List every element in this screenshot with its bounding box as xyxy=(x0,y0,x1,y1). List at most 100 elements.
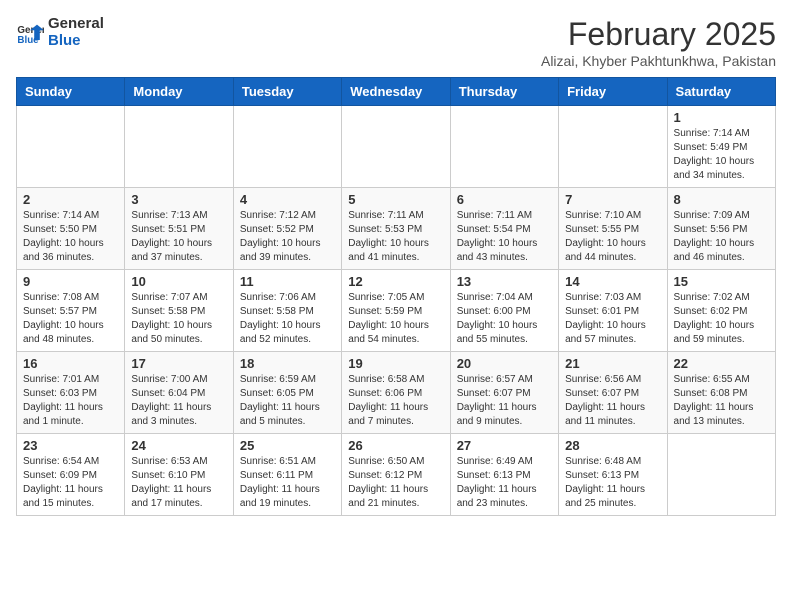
day-number: 23 xyxy=(23,438,118,453)
day-info: Sunrise: 7:06 AM Sunset: 5:58 PM Dayligh… xyxy=(240,291,335,347)
day-info: Sunrise: 7:14 AM Sunset: 5:50 PM Dayligh… xyxy=(23,209,118,265)
calendar-cell: 4 Sunrise: 7:12 AM Sunset: 5:52 PM Daylig… xyxy=(233,188,341,270)
day-number: 15 xyxy=(674,274,769,289)
weekday-header-saturday: Saturday xyxy=(667,78,775,106)
calendar-cell: 10 Sunrise: 7:07 AM Sunset: 5:58 PM Dayli… xyxy=(125,270,233,352)
weekday-header-monday: Monday xyxy=(125,78,233,106)
calendar-cell: 17 Sunrise: 7:00 AM Sunset: 6:04 PM Dayli… xyxy=(125,352,233,434)
day-info: Sunrise: 6:59 AM Sunset: 6:05 PM Dayligh… xyxy=(240,373,335,429)
month-title: February 2025 xyxy=(541,16,776,53)
day-info: Sunrise: 7:03 AM Sunset: 6:01 PM Dayligh… xyxy=(565,291,660,347)
day-info: Sunrise: 7:09 AM Sunset: 5:56 PM Dayligh… xyxy=(674,209,769,265)
day-info: Sunrise: 6:54 AM Sunset: 6:09 PM Dayligh… xyxy=(23,455,118,511)
day-info: Sunrise: 6:53 AM Sunset: 6:10 PM Dayligh… xyxy=(131,455,226,511)
day-info: Sunrise: 6:51 AM Sunset: 6:11 PM Dayligh… xyxy=(240,455,335,511)
day-number: 4 xyxy=(240,192,335,207)
day-number: 18 xyxy=(240,356,335,371)
day-info: Sunrise: 6:57 AM Sunset: 6:07 PM Dayligh… xyxy=(457,373,552,429)
day-info: Sunrise: 7:11 AM Sunset: 5:53 PM Dayligh… xyxy=(348,209,443,265)
day-number: 20 xyxy=(457,356,552,371)
calendar-cell xyxy=(667,434,775,516)
day-number: 25 xyxy=(240,438,335,453)
day-info: Sunrise: 7:11 AM Sunset: 5:54 PM Dayligh… xyxy=(457,209,552,265)
day-number: 5 xyxy=(348,192,443,207)
day-number: 21 xyxy=(565,356,660,371)
day-info: Sunrise: 7:02 AM Sunset: 6:02 PM Dayligh… xyxy=(674,291,769,347)
calendar-cell xyxy=(125,106,233,188)
calendar-cell: 9 Sunrise: 7:08 AM Sunset: 5:57 PM Daylig… xyxy=(17,270,125,352)
calendar-cell: 27Sunrise: 6:49 AM Sunset: 6:13 PM Dayli… xyxy=(450,434,558,516)
day-number: 28 xyxy=(565,438,660,453)
day-number: 1 xyxy=(674,110,769,125)
day-info: Sunrise: 7:01 AM Sunset: 6:03 PM Dayligh… xyxy=(23,373,118,429)
day-number: 16 xyxy=(23,356,118,371)
calendar-cell: 21 Sunrise: 6:56 AM Sunset: 6:07 PM Dayli… xyxy=(559,352,667,434)
day-number: 14 xyxy=(565,274,660,289)
calendar-cell: 19Sunrise: 6:58 AM Sunset: 6:06 PM Dayli… xyxy=(342,352,450,434)
day-number: 10 xyxy=(131,274,226,289)
calendar-week-2: 2 Sunrise: 7:14 AM Sunset: 5:50 PM Daylig… xyxy=(17,188,776,270)
calendar-cell xyxy=(17,106,125,188)
calendar-cell: 16 Sunrise: 7:01 AM Sunset: 6:03 PM Dayli… xyxy=(17,352,125,434)
logo: General Blue General Blue xyxy=(16,16,104,49)
day-info: Sunrise: 7:07 AM Sunset: 5:58 PM Dayligh… xyxy=(131,291,226,347)
calendar-week-4: 16 Sunrise: 7:01 AM Sunset: 6:03 PM Dayli… xyxy=(17,352,776,434)
calendar-cell: 25 Sunrise: 6:51 AM Sunset: 6:11 PM Dayli… xyxy=(233,434,341,516)
day-info: Sunrise: 7:13 AM Sunset: 5:51 PM Dayligh… xyxy=(131,209,226,265)
day-info: Sunrise: 7:00 AM Sunset: 6:04 PM Dayligh… xyxy=(131,373,226,429)
calendar-cell: 24Sunrise: 6:53 AM Sunset: 6:10 PM Dayli… xyxy=(125,434,233,516)
calendar-cell: 2 Sunrise: 7:14 AM Sunset: 5:50 PM Daylig… xyxy=(17,188,125,270)
calendar-cell xyxy=(450,106,558,188)
day-number: 11 xyxy=(240,274,335,289)
calendar-cell: 28 Sunrise: 6:48 AM Sunset: 6:13 PM Dayli… xyxy=(559,434,667,516)
day-info: Sunrise: 7:10 AM Sunset: 5:55 PM Dayligh… xyxy=(565,209,660,265)
day-info: Sunrise: 6:49 AM Sunset: 6:13 PM Dayligh… xyxy=(457,455,552,511)
day-number: 22 xyxy=(674,356,769,371)
calendar-cell: 12 Sunrise: 7:05 AM Sunset: 5:59 PM Dayli… xyxy=(342,270,450,352)
weekday-header-thursday: Thursday xyxy=(450,78,558,106)
calendar-cell: 18 Sunrise: 6:59 AM Sunset: 6:05 PM Dayli… xyxy=(233,352,341,434)
day-info: Sunrise: 7:04 AM Sunset: 6:00 PM Dayligh… xyxy=(457,291,552,347)
title-block: February 2025 Alizai, Khyber Pakhtunkhwa… xyxy=(541,16,776,69)
day-info: Sunrise: 6:55 AM Sunset: 6:08 PM Dayligh… xyxy=(674,373,769,429)
calendar-cell: 26 Sunrise: 6:50 AM Sunset: 6:12 PM Dayli… xyxy=(342,434,450,516)
weekday-header-wednesday: Wednesday xyxy=(342,78,450,106)
weekday-header-sunday: Sunday xyxy=(17,78,125,106)
calendar-cell: 23 Sunrise: 6:54 AM Sunset: 6:09 PM Dayli… xyxy=(17,434,125,516)
logo-blue-text: Blue xyxy=(48,33,104,50)
calendar-cell: 15 Sunrise: 7:02 AM Sunset: 6:02 PM Dayli… xyxy=(667,270,775,352)
day-info: Sunrise: 7:08 AM Sunset: 5:57 PM Dayligh… xyxy=(23,291,118,347)
day-number: 17 xyxy=(131,356,226,371)
day-info: Sunrise: 6:58 AM Sunset: 6:06 PM Dayligh… xyxy=(348,373,443,429)
day-info: Sunrise: 6:48 AM Sunset: 6:13 PM Dayligh… xyxy=(565,455,660,511)
calendar-cell: 5 Sunrise: 7:11 AM Sunset: 5:53 PM Daylig… xyxy=(342,188,450,270)
logo-icon: General Blue xyxy=(16,19,44,47)
calendar-cell: 20 Sunrise: 6:57 AM Sunset: 6:07 PM Dayli… xyxy=(450,352,558,434)
day-number: 9 xyxy=(23,274,118,289)
logo-general-text: General xyxy=(48,16,104,33)
day-info: Sunrise: 7:14 AM Sunset: 5:49 PM Dayligh… xyxy=(674,127,769,183)
day-number: 3 xyxy=(131,192,226,207)
calendar-cell: 22 Sunrise: 6:55 AM Sunset: 6:08 PM Dayli… xyxy=(667,352,775,434)
weekday-header-tuesday: Tuesday xyxy=(233,78,341,106)
calendar-header-row: SundayMondayTuesdayWednesdayThursdayFrid… xyxy=(17,78,776,106)
day-info: Sunrise: 6:50 AM Sunset: 6:12 PM Dayligh… xyxy=(348,455,443,511)
calendar-cell xyxy=(559,106,667,188)
calendar-cell: 1 Sunrise: 7:14 AM Sunset: 5:49 PM Daylig… xyxy=(667,106,775,188)
calendar-week-5: 23 Sunrise: 6:54 AM Sunset: 6:09 PM Dayli… xyxy=(17,434,776,516)
day-info: Sunrise: 6:56 AM Sunset: 6:07 PM Dayligh… xyxy=(565,373,660,429)
day-number: 26 xyxy=(348,438,443,453)
calendar-week-1: 1 Sunrise: 7:14 AM Sunset: 5:49 PM Daylig… xyxy=(17,106,776,188)
calendar-cell: 3 Sunrise: 7:13 AM Sunset: 5:51 PM Daylig… xyxy=(125,188,233,270)
day-number: 12 xyxy=(348,274,443,289)
day-info: Sunrise: 7:05 AM Sunset: 5:59 PM Dayligh… xyxy=(348,291,443,347)
calendar-cell: 11 Sunrise: 7:06 AM Sunset: 5:58 PM Dayli… xyxy=(233,270,341,352)
calendar-cell: 14 Sunrise: 7:03 AM Sunset: 6:01 PM Dayli… xyxy=(559,270,667,352)
day-number: 7 xyxy=(565,192,660,207)
calendar-cell: 8Sunrise: 7:09 AM Sunset: 5:56 PM Daylig… xyxy=(667,188,775,270)
day-number: 2 xyxy=(23,192,118,207)
calendar-table: SundayMondayTuesdayWednesdayThursdayFrid… xyxy=(16,77,776,516)
calendar-cell xyxy=(233,106,341,188)
day-number: 6 xyxy=(457,192,552,207)
day-info: Sunrise: 7:12 AM Sunset: 5:52 PM Dayligh… xyxy=(240,209,335,265)
